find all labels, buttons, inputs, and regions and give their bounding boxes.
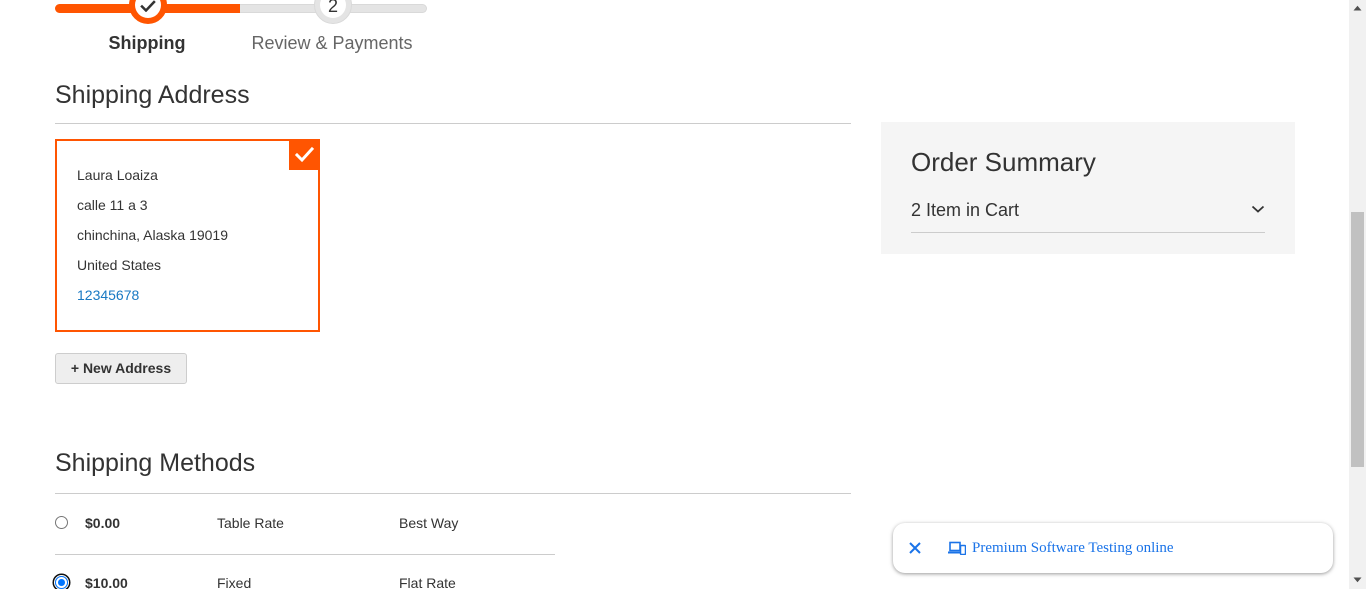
items-in-cart-toggle[interactable]: 2 Item in Cart — [911, 194, 1265, 233]
scroll-down-button[interactable] — [1349, 572, 1366, 589]
method-price: $10.00 — [85, 575, 128, 589]
shipping-method-row[interactable]: $0.00 Table Rate Best Way — [50, 508, 555, 538]
scroll-up-button[interactable] — [1349, 0, 1366, 17]
address-telephone-row: 12345678 — [77, 280, 298, 310]
address-selected-badge — [289, 140, 319, 170]
address-name: Laura Loaiza — [77, 167, 158, 183]
method-title: Table Rate — [217, 515, 284, 531]
vertical-scrollbar[interactable] — [1349, 0, 1366, 589]
address-city-region-postcode: chinchina, Alaska 19019 — [77, 227, 228, 243]
shipping-method-radio[interactable] — [55, 576, 68, 589]
check-icon — [294, 146, 315, 163]
checkout-progress-bar: 2 Shipping Review & Payments — [55, 0, 427, 56]
devices-icon — [948, 541, 966, 555]
order-summary-panel: Order Summary 2 Item in Cart — [881, 122, 1295, 254]
shipping-method-radio[interactable] — [55, 516, 68, 529]
step-review-marker[interactable]: 2 — [314, 0, 352, 24]
chevron-down-icon[interactable] — [1251, 205, 1265, 213]
address-telephone-link[interactable]: 12345678 — [77, 287, 139, 303]
shipping-address-title: Shipping Address — [55, 81, 250, 109]
method-title: Fixed — [217, 575, 252, 589]
notification-close-button[interactable] — [905, 538, 925, 558]
carrier-title: Best Way — [399, 515, 459, 531]
scroll-down-arrow-icon — [1353, 577, 1362, 583]
section-divider — [55, 493, 851, 494]
address-street: calle 11 a 3 — [77, 197, 148, 213]
notification-toast: Premium Software Testing online — [893, 523, 1333, 573]
check-icon — [140, 0, 156, 12]
new-address-button[interactable]: + New Address — [55, 353, 187, 384]
order-summary-title: Order Summary — [911, 147, 1096, 177]
row-divider — [55, 554, 555, 555]
step-shipping-marker — [129, 0, 167, 24]
step-label-shipping: Shipping — [108, 33, 186, 53]
scrollbar-thumb[interactable] — [1351, 212, 1364, 467]
items-in-cart-label: 2 Item in Cart — [911, 200, 1020, 220]
shipping-methods-title: Shipping Methods — [55, 449, 256, 477]
step-label-review-payments[interactable]: Review & Payments — [242, 32, 422, 54]
step-number: 2 — [327, 0, 338, 16]
close-icon — [909, 542, 921, 554]
section-divider — [55, 123, 851, 124]
carrier-title: Flat Rate — [399, 575, 456, 589]
notification-text[interactable]: Premium Software Testing online — [972, 538, 1174, 558]
address-country: United States — [77, 257, 162, 273]
scroll-up-arrow-icon — [1353, 5, 1362, 11]
selected-address-card[interactable]: Laura Loaiza calle 11 a 3 chinchina, Ala… — [55, 139, 320, 332]
shipping-method-row[interactable]: $10.00 Fixed Flat Rate — [50, 568, 555, 589]
method-price: $0.00 — [85, 515, 121, 531]
